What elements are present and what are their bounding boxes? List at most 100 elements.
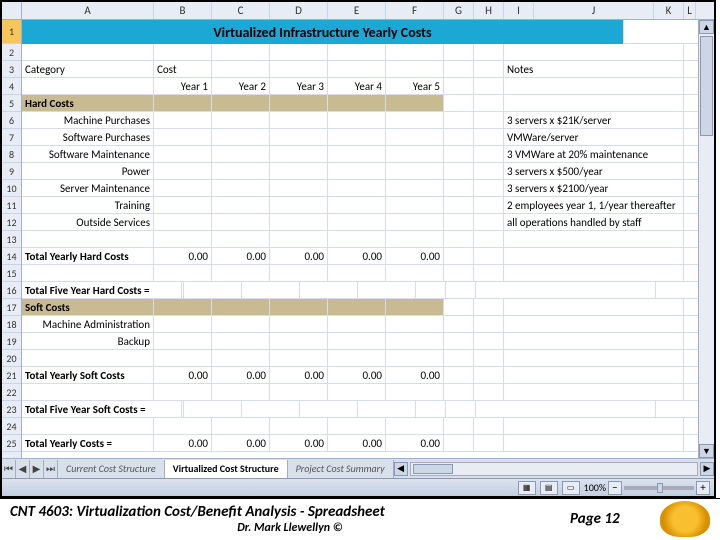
sheet-tab[interactable]: Project Cost Summary <box>288 460 394 478</box>
sheet-tabs-bar: ⏮ ◀ ▶ ⏭ Current Cost Structure Virtualiz… <box>2 458 714 478</box>
vertical-scrollbar[interactable]: ▲ ▼ <box>698 20 714 458</box>
row-header[interactable]: 21 <box>2 367 21 384</box>
scroll-thumb[interactable] <box>700 36 713 136</box>
note-cell[interactable]: all operations handled by staff <box>504 214 684 230</box>
line-item[interactable]: Machine Administration <box>22 316 154 332</box>
tab-last-icon[interactable]: ⏭ <box>44 460 58 478</box>
sheet-tab[interactable]: Current Cost Structure <box>58 460 165 478</box>
note-cell[interactable]: 3 servers x $2100/year <box>504 180 684 196</box>
row-header[interactable]: 24 <box>2 418 21 435</box>
row-header[interactable]: 5 <box>2 95 21 112</box>
row-header[interactable]: 20 <box>2 350 21 367</box>
year-label[interactable]: Year 4 <box>328 78 386 94</box>
select-all-corner[interactable] <box>2 2 22 19</box>
row-header[interactable]: 23 <box>2 401 21 418</box>
row-header[interactable]: 14 <box>2 248 21 265</box>
row-headers: 1 2 3 4 5 6 7 8 9 10 11 12 13 14 15 16 1… <box>2 20 22 460</box>
line-item[interactable]: Power <box>22 163 154 179</box>
line-item[interactable]: Backup <box>22 333 154 349</box>
year-label[interactable]: Year 1 <box>154 78 212 94</box>
col-header-D[interactable]: D <box>270 2 328 19</box>
line-item[interactable]: Software Maintenance <box>22 146 154 162</box>
col-header-B[interactable]: B <box>154 2 212 19</box>
row-header[interactable]: 18 <box>2 316 21 333</box>
sheet-title[interactable]: Virtualized Infrastructure Yearly Costs <box>22 20 624 44</box>
year-label[interactable]: Year 2 <box>212 78 270 94</box>
zoom-slider[interactable] <box>624 486 694 490</box>
spreadsheet-window: A B C D E F G H I J K L 1 2 3 4 5 6 7 8 … <box>0 0 716 498</box>
line-item[interactable]: Software Purchases <box>22 129 154 145</box>
view-normal-icon[interactable]: ▦ <box>518 481 536 495</box>
row-header[interactable]: 25 <box>2 435 21 452</box>
col-header-A[interactable]: A <box>22 2 154 19</box>
row-header[interactable]: 8 <box>2 146 21 163</box>
row-header[interactable]: 3 <box>2 61 21 78</box>
zoom-in-icon[interactable]: + <box>696 481 710 495</box>
note-cell[interactable]: 3 VMWare at 20% maintenance <box>504 146 684 162</box>
row-header[interactable]: 15 <box>2 265 21 282</box>
row-header[interactable]: 6 <box>2 112 21 129</box>
tab-prev-icon[interactable]: ◀ <box>16 460 30 478</box>
row-header[interactable]: 12 <box>2 214 21 231</box>
scroll-thumb[interactable] <box>413 464 453 474</box>
total-row[interactable]: Total Yearly Hard Costs <box>22 248 154 264</box>
tab-first-icon[interactable]: ⏮ <box>2 460 16 478</box>
col-header-G[interactable]: G <box>444 2 474 19</box>
row-header[interactable]: 19 <box>2 333 21 350</box>
status-bar: ▦ ▤ ▭ 100% − + <box>2 478 714 496</box>
year-label[interactable]: Year 3 <box>270 78 328 94</box>
hscroll-left-icon[interactable]: ◀ <box>394 462 408 476</box>
tab-next-icon[interactable]: ▶ <box>30 460 44 478</box>
row-header[interactable]: 10 <box>2 180 21 197</box>
row-header[interactable]: 13 <box>2 231 21 248</box>
zoom-thumb[interactable] <box>657 483 663 493</box>
col-header-E[interactable]: E <box>328 2 386 19</box>
cells-area[interactable]: Virtualized Infrastructure Yearly Costs … <box>22 20 714 460</box>
hscroll-right-icon[interactable]: ▶ <box>700 462 714 476</box>
total-row[interactable]: Total Yearly Costs = <box>22 435 154 451</box>
note-cell[interactable]: VMWare/server <box>504 129 684 145</box>
total-row[interactable]: Total Five Year Hard Costs = <box>22 282 182 298</box>
col-header-K[interactable]: K <box>654 2 684 19</box>
row-header[interactable]: 11 <box>2 197 21 214</box>
header-cost[interactable]: Cost <box>154 61 212 77</box>
row-header[interactable]: 22 <box>2 384 21 401</box>
note-cell[interactable]: 3 servers x $21K/server <box>504 112 684 128</box>
line-item[interactable]: Training <box>22 197 154 213</box>
zoom-out-icon[interactable]: − <box>608 481 622 495</box>
col-header-J[interactable]: J <box>534 2 654 19</box>
view-break-icon[interactable]: ▭ <box>562 481 580 495</box>
row-header[interactable]: 1 <box>2 20 21 44</box>
col-header-I[interactable]: I <box>504 2 534 19</box>
col-header-L[interactable]: L <box>684 2 696 19</box>
zoom-control: 100% − + <box>584 481 710 495</box>
total-row[interactable]: Total Yearly Soft Costs <box>22 367 154 383</box>
row-header[interactable]: 16 <box>2 282 21 299</box>
line-item[interactable]: Machine Purchases <box>22 112 154 128</box>
scroll-down-icon[interactable]: ▼ <box>699 444 714 458</box>
section-hard-costs[interactable]: Hard Costs <box>22 95 154 111</box>
col-header-H[interactable]: H <box>474 2 504 19</box>
header-notes[interactable]: Notes <box>504 61 684 77</box>
line-item[interactable]: Outside Services <box>22 214 154 230</box>
total-row[interactable]: Total Five Year Soft Costs = <box>22 401 182 417</box>
col-header-C[interactable]: C <box>212 2 270 19</box>
row-header[interactable]: 7 <box>2 129 21 146</box>
year-label[interactable]: Year 5 <box>386 78 444 94</box>
scroll-up-icon[interactable]: ▲ <box>699 20 714 34</box>
section-soft-costs[interactable]: Soft Costs <box>22 299 154 315</box>
note-cell[interactable]: 2 employees year 1, 1/year thereafter <box>504 197 684 213</box>
row-header[interactable]: 17 <box>2 299 21 316</box>
col-header-F[interactable]: F <box>386 2 444 19</box>
footer-page: Page 12 <box>570 510 660 528</box>
note-cell[interactable]: 3 servers x $500/year <box>504 163 684 179</box>
row-header[interactable]: 4 <box>2 78 21 95</box>
header-category[interactable]: Category <box>22 61 154 77</box>
line-item[interactable]: Server Maintenance <box>22 180 154 196</box>
row-header[interactable]: 9 <box>2 163 21 180</box>
sheet-tab-active[interactable]: Virtualized Cost Structure <box>165 460 288 478</box>
view-layout-icon[interactable]: ▤ <box>540 481 558 495</box>
row-header[interactable]: 2 <box>2 44 21 61</box>
logo-icon <box>660 501 710 537</box>
horizontal-scrollbar[interactable] <box>410 462 698 476</box>
